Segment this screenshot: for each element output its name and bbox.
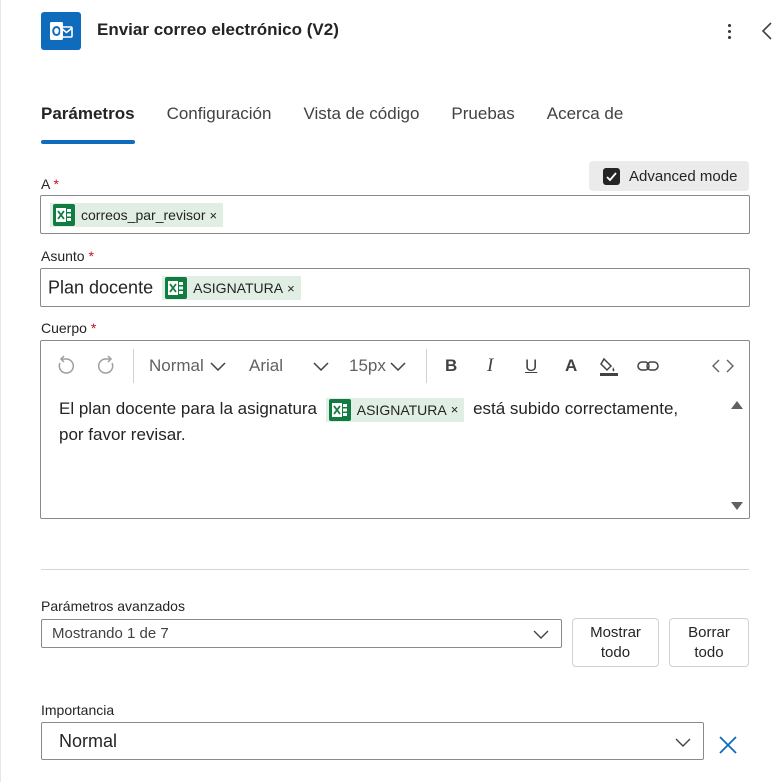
- excel-icon: [328, 398, 351, 421]
- chevron-down-icon: [675, 738, 691, 747]
- tab-pruebas[interactable]: Pruebas: [451, 104, 514, 141]
- clear-all-button[interactable]: Borrar todo: [669, 618, 749, 667]
- code-view-icon[interactable]: [711, 351, 735, 381]
- tab-configuracion[interactable]: Configuración: [167, 104, 272, 141]
- dynamic-token[interactable]: ASIGNATURA ×: [325, 397, 465, 423]
- tab-parametros[interactable]: Parámetros: [41, 104, 135, 144]
- tab-acerca-de[interactable]: Acerca de: [547, 104, 624, 141]
- advanced-mode-label: Advanced mode: [629, 167, 738, 185]
- scroll-down-icon[interactable]: [731, 502, 743, 510]
- close-icon[interactable]: [718, 735, 738, 755]
- highlight-icon[interactable]: [598, 351, 620, 381]
- remove-token-icon[interactable]: ×: [287, 281, 295, 296]
- tab-vista-de-codigo[interactable]: Vista de código: [303, 104, 419, 141]
- tab-bar: Parámetros Configuración Vista de código…: [41, 104, 655, 144]
- subject-text: Plan docente: [48, 277, 154, 298]
- body-editor[interactable]: Normal Arial 15px B I U A El plan docent…: [40, 340, 750, 519]
- chevron-left-icon[interactable]: [758, 18, 778, 44]
- italic-icon[interactable]: I: [487, 351, 493, 381]
- scroll-up-icon[interactable]: [731, 401, 743, 409]
- font-color-icon[interactable]: A: [565, 351, 577, 381]
- dynamic-token[interactable]: ASIGNATURA ×: [162, 276, 301, 300]
- to-label: A *: [41, 176, 59, 192]
- checkbox-checked-icon[interactable]: [603, 167, 620, 185]
- page-title: Enviar correo electrónico (V2): [97, 20, 339, 39]
- subject-label: Asunto *: [41, 248, 94, 264]
- toolbar-divider: [133, 349, 134, 383]
- toolbar-divider: [426, 349, 427, 383]
- importance-label: Importancia: [41, 702, 115, 718]
- underline-icon[interactable]: U: [525, 351, 537, 381]
- paragraph-style-select[interactable]: Normal: [149, 351, 226, 381]
- bold-icon[interactable]: B: [445, 351, 457, 381]
- font-family-select[interactable]: Arial: [249, 351, 329, 381]
- action-panel: Enviar correo electrónico (V2) Parámetro…: [0, 0, 784, 782]
- remove-token-icon[interactable]: ×: [210, 208, 218, 223]
- excel-icon: [53, 204, 75, 226]
- outlook-icon: [41, 12, 81, 50]
- chevron-down-icon: [390, 362, 406, 371]
- advanced-params-select[interactable]: Mostrando 1 de 7: [41, 619, 562, 648]
- redo-icon[interactable]: [95, 351, 117, 381]
- editor-toolbar: Normal Arial 15px B I U A: [41, 341, 749, 391]
- excel-icon: [165, 277, 188, 299]
- body-label: Cuerpo *: [41, 320, 97, 336]
- subject-field[interactable]: Plan docente ASIGNATURA ×: [40, 268, 750, 307]
- token-label: ASIGNATURA: [356, 401, 447, 418]
- to-field[interactable]: correos_par_revisor ×: [40, 195, 750, 234]
- advanced-params-label: Parámetros avanzados: [41, 598, 185, 614]
- link-icon[interactable]: [637, 351, 659, 381]
- undo-icon[interactable]: [55, 351, 77, 381]
- body-content[interactable]: El plan docente para la asignatura ASIGN…: [59, 396, 729, 448]
- show-all-button[interactable]: Mostrar todo: [572, 618, 659, 667]
- chevron-down-icon: [210, 362, 226, 371]
- panel-header: Enviar correo electrónico (V2): [1, 0, 784, 64]
- token-label: ASIGNATURA: [193, 280, 284, 296]
- remove-token-icon[interactable]: ×: [451, 397, 459, 423]
- font-size-select[interactable]: 15px: [349, 351, 406, 381]
- more-vertical-icon[interactable]: [719, 18, 739, 44]
- section-divider: [41, 569, 749, 570]
- chevron-down-icon: [533, 630, 549, 639]
- chevron-down-icon: [313, 362, 329, 371]
- dynamic-token[interactable]: correos_par_revisor ×: [50, 203, 224, 227]
- token-label: correos_par_revisor: [81, 207, 206, 223]
- importance-select[interactable]: Normal: [41, 722, 704, 760]
- advanced-mode-toggle[interactable]: Advanced mode: [589, 161, 749, 191]
